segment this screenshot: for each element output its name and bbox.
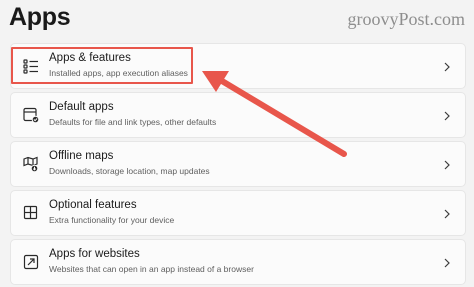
item-title: Apps for websites	[49, 248, 140, 260]
item-title: Offline maps	[49, 150, 114, 162]
chevron-right-icon	[442, 207, 452, 219]
default-apps-icon	[22, 106, 40, 124]
optional-features-icon	[22, 204, 40, 222]
item-description: Extra functionality for your device	[49, 215, 175, 225]
settings-item-default-apps[interactable]: Default apps Defaults for file and link …	[10, 92, 466, 138]
page-title: Apps	[9, 3, 71, 31]
highlight-box	[11, 47, 193, 84]
item-description: Defaults for file and link types, other …	[49, 117, 217, 127]
chevron-right-icon	[442, 256, 452, 268]
settings-item-offline-maps[interactable]: Offline maps Downloads, storage location…	[10, 141, 466, 187]
offline-map-icon	[22, 155, 40, 173]
item-title: Optional features	[49, 199, 137, 211]
chevron-right-icon	[442, 109, 452, 121]
chevron-right-icon	[442, 158, 452, 170]
chevron-right-icon	[442, 60, 452, 72]
item-title: Default apps	[49, 101, 114, 113]
item-description: Downloads, storage location, map updates	[49, 166, 210, 176]
settings-item-optional-features[interactable]: Optional features Extra functionality fo…	[10, 190, 466, 236]
item-description: Websites that can open in an app instead…	[49, 264, 254, 274]
watermark: groovyPost.com	[347, 9, 465, 29]
apps-for-websites-icon	[22, 253, 40, 271]
settings-item-apps-for-websites[interactable]: Apps for websites Websites that can open…	[10, 239, 466, 285]
